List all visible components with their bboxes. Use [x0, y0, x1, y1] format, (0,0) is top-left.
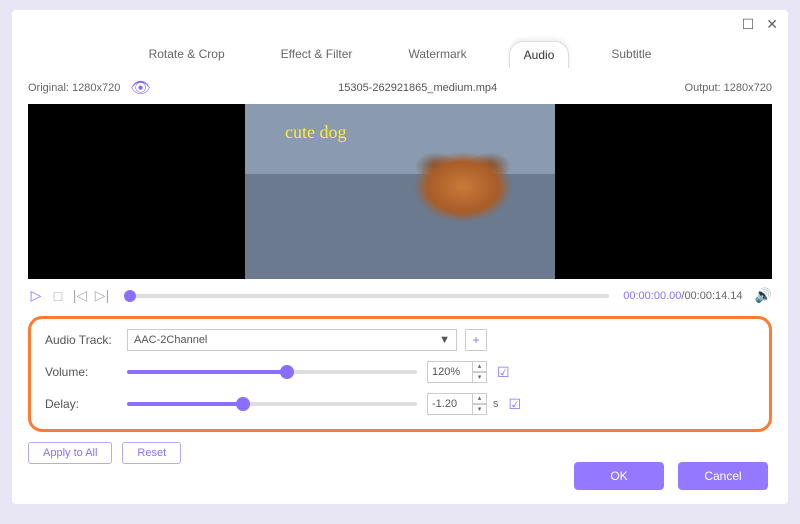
volume-up[interactable]: ▴ — [473, 361, 487, 372]
original-value: 1280x720 — [72, 82, 120, 94]
delay-up[interactable]: ▴ — [473, 393, 487, 404]
video-preview[interactable]: cute dog — [28, 104, 772, 279]
tab-watermark[interactable]: Watermark — [394, 41, 480, 68]
audio-track-select[interactable]: AAC-2Channel▼ — [127, 329, 457, 351]
audio-settings-panel: Audio Track: AAC-2Channel▼ + Volume: 120… — [28, 316, 772, 432]
tab-effect-filter[interactable]: Effect & Filter — [267, 41, 367, 68]
cancel-button[interactable]: Cancel — [678, 462, 768, 490]
delay-value[interactable]: -1.20 — [427, 393, 473, 415]
volume-apply-icon[interactable]: ☑ — [497, 364, 510, 381]
tabs: Rotate & Crop Effect & Filter Watermark … — [12, 39, 788, 76]
tab-subtitle[interactable]: Subtitle — [597, 41, 665, 68]
delay-apply-icon[interactable]: ☑ — [509, 396, 522, 413]
reset-button[interactable]: Reset — [122, 442, 181, 464]
overlay-text: cute dog — [285, 122, 346, 143]
volume-label: Volume: — [45, 365, 127, 379]
delay-handle[interactable] — [236, 397, 250, 411]
seek-handle[interactable] — [124, 290, 136, 302]
add-track-button[interactable]: + — [465, 329, 487, 351]
delay-label: Delay: — [45, 397, 127, 411]
seek-bar[interactable] — [124, 294, 609, 298]
next-frame-button[interactable]: ▷| — [94, 287, 110, 304]
audio-track-label: Audio Track: — [45, 333, 127, 347]
ok-button[interactable]: OK — [574, 462, 664, 490]
delay-slider[interactable] — [127, 402, 417, 406]
chevron-down-icon: ▼ — [439, 334, 450, 346]
volume-handle[interactable] — [280, 365, 294, 379]
tab-audio[interactable]: Audio — [509, 41, 570, 68]
output-label: Output: — [685, 82, 721, 94]
timecode: 00:00:00.00/00:00:14.14 — [623, 290, 742, 302]
stop-button[interactable]: □ — [50, 288, 66, 304]
delay-down[interactable]: ▾ — [473, 404, 487, 415]
volume-icon[interactable]: 🔊 — [755, 287, 772, 304]
original-label: Original: — [28, 82, 69, 94]
prev-frame-button[interactable]: |◁ — [72, 287, 88, 304]
volume-slider[interactable] — [127, 370, 417, 374]
tab-rotate-crop[interactable]: Rotate & Crop — [135, 41, 239, 68]
volume-down[interactable]: ▾ — [473, 372, 487, 383]
apply-to-all-button[interactable]: Apply to All — [28, 442, 112, 464]
output-value: 1280x720 — [724, 82, 772, 94]
maximize-button[interactable]: ☐ — [742, 16, 755, 33]
volume-value[interactable]: 120% — [427, 361, 473, 383]
play-button[interactable]: ▷ — [28, 287, 44, 304]
close-button[interactable]: ✕ — [766, 16, 778, 33]
filename: 15305-262921865_medium.mp4 — [151, 82, 685, 94]
preview-toggle-icon[interactable]: 👁 — [130, 78, 150, 98]
delay-unit: s — [493, 398, 499, 410]
